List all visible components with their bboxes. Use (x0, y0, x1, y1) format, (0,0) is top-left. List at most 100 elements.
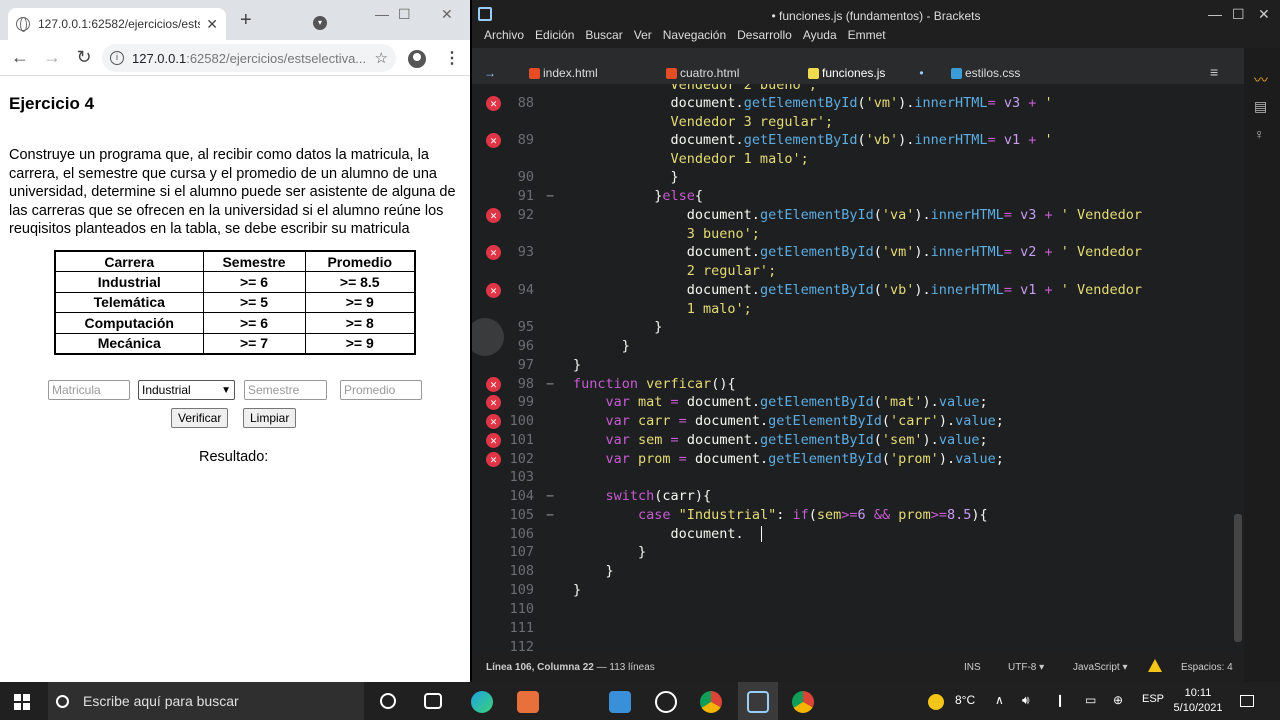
maximize-button[interactable]: ☐ (1232, 6, 1245, 23)
menu-desarrollo[interactable]: Desarrollo (737, 28, 792, 48)
code-line[interactable]: } (573, 543, 646, 562)
clock[interactable]: 10:11 5/10/2021 (1170, 686, 1226, 716)
menu-emmet[interactable]: Emmet (848, 28, 886, 48)
code-line[interactable]: Vendedor 1 malo'; (573, 150, 809, 169)
lint-error-icon[interactable]: ✕ (486, 245, 501, 260)
hamburger-menu-icon[interactable]: ≡ (1210, 64, 1218, 80)
info-icon[interactable]: i (110, 51, 124, 65)
back-arrow-icon[interactable]: ← (4, 47, 36, 68)
forward-arrow-icon[interactable]: → (36, 47, 68, 68)
chevron-up-icon[interactable]: ∧ (995, 693, 1004, 707)
code-line[interactable]: document.getElementById('va').innerHTML=… (573, 206, 1142, 225)
code-line[interactable]: }else{ (573, 187, 703, 206)
microphone-icon[interactable]: ❙ (1055, 693, 1065, 707)
lightbulb-icon[interactable]: ♀ (1254, 126, 1265, 142)
code-line[interactable]: Vendedor 3 regular'; (573, 113, 834, 132)
tab-cuatro-html[interactable]: cuatro.html (666, 66, 739, 80)
lint-error-icon[interactable]: ✕ (486, 395, 501, 410)
code-line[interactable]: document.getElementById('vb').innerHTML=… (573, 281, 1142, 300)
lint-error-icon[interactable]: ✕ (486, 133, 501, 148)
lint-error-icon[interactable]: ✕ (486, 377, 501, 392)
maximize-button[interactable]: ☐ (398, 6, 411, 23)
close-window-button[interactable]: ✕ (441, 6, 453, 23)
code-line[interactable]: 1 malo'; (573, 300, 752, 319)
mail-icon[interactable] (609, 691, 631, 713)
language-indicator[interactable]: ESP (1142, 693, 1164, 705)
tab-funciones-js[interactable]: funciones.js • (808, 66, 924, 80)
battery-icon[interactable]: ▭ (1085, 693, 1096, 707)
fold-toggle-icon[interactable]: − (546, 375, 554, 394)
code-line[interactable]: var prom = document.getElementById('prom… (573, 450, 1004, 469)
code-line[interactable]: var sem = document.getElementById('sem')… (573, 431, 988, 450)
code-line[interactable]: var carr = document.getElementById('carr… (573, 412, 1004, 431)
limpiar-button[interactable]: Limpiar (243, 408, 297, 428)
code-editor[interactable]: Vendedor 2 bueno'; 88 ✕ document.getElemen… (472, 84, 1244, 652)
arrow-right-icon[interactable]: → (484, 66, 496, 80)
insert-mode[interactable]: INS (964, 662, 981, 673)
code-line[interactable]: document.getElementById('vb').innerHTML=… (573, 131, 1053, 150)
encoding-select[interactable]: UTF-8 ▾ (1008, 662, 1044, 673)
volume-icon[interactable]: 🔊︎ (1022, 693, 1030, 708)
code-line[interactable]: } (573, 581, 581, 600)
warning-icon[interactable] (1148, 659, 1162, 672)
minimize-button[interactable]: — (375, 6, 389, 22)
lint-error-icon[interactable]: ✕ (486, 452, 501, 467)
carrera-select[interactable]: Industrial ▼ (138, 380, 235, 400)
code-line[interactable]: } (573, 337, 630, 356)
menu-ayuda[interactable]: Ayuda (803, 28, 837, 48)
reload-icon[interactable]: ↻ (68, 47, 100, 68)
app-icon[interactable] (517, 691, 539, 713)
address-bar[interactable]: i 127.0.0.1:62582/ejercicios/estselectiv… (102, 44, 396, 72)
matricula-input[interactable] (48, 380, 130, 400)
code-line[interactable]: document.getElementById('vm').innerHTML=… (573, 94, 1053, 113)
network-icon[interactable]: ⊕ (1113, 693, 1123, 707)
semestre-input[interactable] (244, 380, 327, 400)
browser-tab[interactable]: 127.0.0.1:62582/ejercicios/estse ✕ (8, 8, 226, 40)
cortana-icon[interactable] (380, 693, 396, 709)
fold-toggle-icon[interactable]: − (546, 187, 554, 206)
tab-estilos-css[interactable]: estilos.css (951, 66, 1020, 80)
lint-error-icon[interactable]: ✕ (486, 96, 501, 111)
new-tab-button[interactable]: + (240, 10, 252, 30)
obs-icon[interactable] (655, 691, 677, 713)
menu-buscar[interactable]: Buscar (585, 28, 622, 48)
lint-error-icon[interactable]: ✕ (486, 283, 501, 298)
close-window-button[interactable]: ✕ (1258, 6, 1270, 23)
indent-setting[interactable]: Espacios: 4 (1181, 662, 1233, 673)
edge-icon[interactable] (471, 691, 493, 713)
lint-error-icon[interactable]: ✕ (486, 208, 501, 223)
code-line[interactable]: switch(carr){ (573, 487, 712, 506)
tab-index-html[interactable]: index.html (529, 66, 598, 80)
code-line[interactable]: } (573, 356, 581, 375)
scrollbar[interactable] (1234, 514, 1242, 642)
code-line[interactable]: document. (573, 525, 744, 544)
notification-icon[interactable] (1240, 695, 1254, 707)
taskbar-search-box[interactable]: Escribe aquí para buscar (48, 682, 364, 720)
code-line[interactable]: document.getElementById('vm').innerHTML=… (573, 243, 1142, 262)
weather-temp[interactable]: 8°C (955, 693, 975, 707)
code-line[interactable]: function verficar(){ (573, 375, 736, 394)
menu-archivo[interactable]: Archivo (484, 28, 524, 48)
live-preview-icon[interactable]: 〰 (1254, 70, 1268, 90)
menu-edicion[interactable]: Edición (535, 28, 574, 48)
tab-search-icon[interactable]: ▾ (313, 16, 327, 30)
windows-start-icon[interactable] (14, 694, 30, 710)
lint-error-icon[interactable]: ✕ (486, 433, 501, 448)
profile-avatar-icon[interactable] (408, 50, 426, 68)
code-line[interactable]: } (573, 168, 679, 187)
more-menu-icon[interactable]: ⋮ (444, 48, 460, 68)
extension-manager-icon[interactable]: ▤ (1254, 98, 1267, 115)
code-line[interactable]: } (573, 562, 614, 581)
weather-icon[interactable] (928, 694, 944, 710)
task-view-icon[interactable] (424, 693, 442, 709)
chrome-icon[interactable] (700, 691, 722, 713)
code-line[interactable]: var mat = document.getElementById('mat')… (573, 393, 988, 412)
code-line[interactable]: 3 bueno'; (573, 225, 760, 244)
promedio-input[interactable] (340, 380, 422, 400)
fold-toggle-icon[interactable]: − (546, 487, 554, 506)
bookmark-star-icon[interactable]: ☆ (375, 49, 388, 67)
code-line[interactable]: 2 regular'; (573, 262, 776, 281)
menu-ver[interactable]: Ver (634, 28, 652, 48)
chrome-icon[interactable] (792, 691, 814, 713)
code-line[interactable]: } (573, 318, 662, 337)
